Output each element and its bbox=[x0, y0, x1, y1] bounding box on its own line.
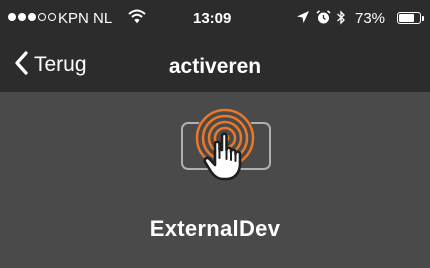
location-arrow-icon bbox=[296, 10, 310, 28]
touch-activate-icon[interactable] bbox=[179, 106, 273, 182]
wifi-icon bbox=[128, 9, 146, 27]
device-name: ExternalDev bbox=[149, 216, 281, 241]
page-title: activeren bbox=[168, 55, 262, 78]
battery-nub bbox=[422, 16, 424, 21]
bluetooth-icon bbox=[336, 10, 346, 29]
alarm-clock-icon bbox=[316, 10, 331, 29]
battery-percentage: 73% bbox=[355, 10, 386, 27]
carrier-name: KPN NL bbox=[58, 10, 113, 27]
app-screen: KPN NL 13:09 73% Terug activeren Externa… bbox=[0, 0, 430, 268]
navigation-bar: Terug activeren bbox=[0, 38, 430, 92]
status-time: 13:09 bbox=[193, 10, 232, 27]
signal-dot bbox=[38, 13, 46, 21]
status-bar: KPN NL 13:09 73% bbox=[0, 0, 430, 38]
signal-dot bbox=[48, 13, 56, 21]
battery-fill bbox=[399, 14, 414, 22]
signal-dot bbox=[28, 13, 36, 21]
signal-dot bbox=[18, 13, 26, 21]
content-area: ExternalDev bbox=[0, 92, 430, 268]
signal-dot bbox=[8, 13, 16, 21]
signal-strength-icon bbox=[8, 13, 56, 21]
battery-icon bbox=[397, 12, 421, 24]
